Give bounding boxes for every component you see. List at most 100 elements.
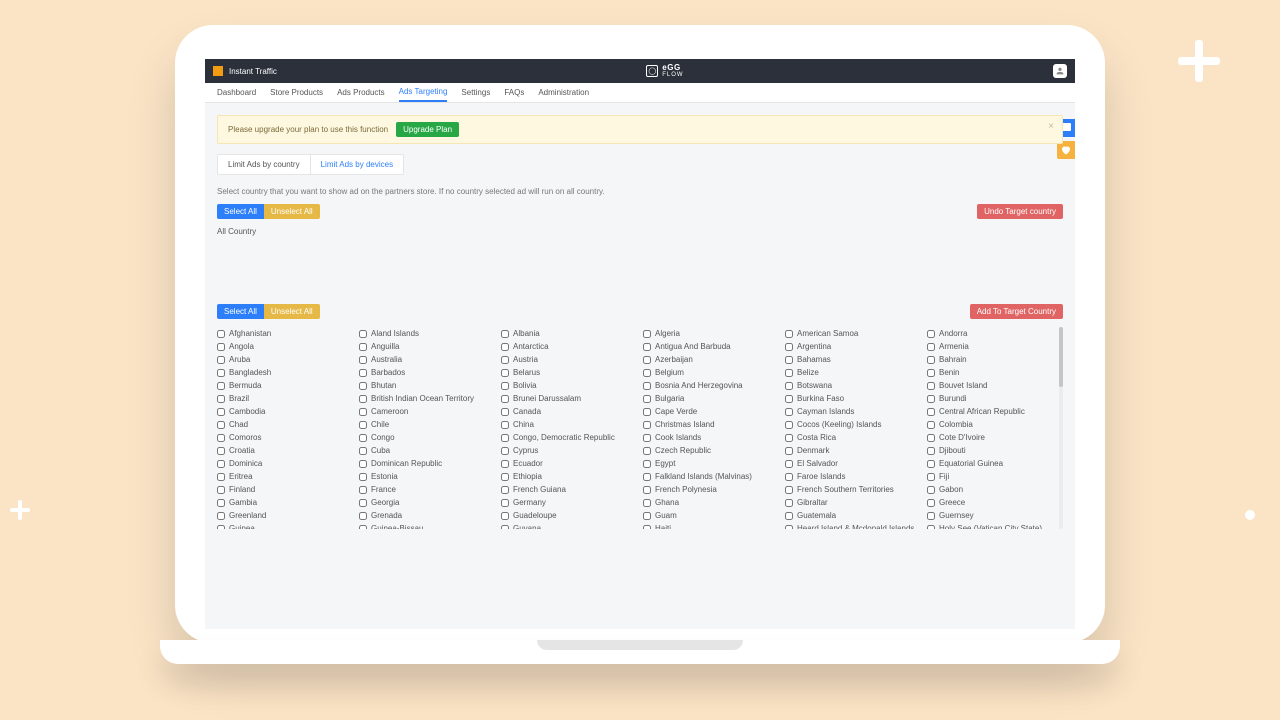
- country-checkbox[interactable]: [643, 356, 651, 364]
- country-item[interactable]: Holy See (Vatican City State): [927, 522, 1063, 529]
- country-checkbox[interactable]: [927, 447, 935, 455]
- country-item[interactable]: Gabon: [927, 483, 1063, 496]
- country-item[interactable]: Greece: [927, 496, 1063, 509]
- country-item[interactable]: Comoros: [217, 431, 353, 444]
- country-item[interactable]: Bosnia And Herzegovina: [643, 379, 779, 392]
- country-checkbox[interactable]: [927, 460, 935, 468]
- avatar[interactable]: [1053, 64, 1067, 78]
- country-checkbox[interactable]: [927, 499, 935, 507]
- country-item[interactable]: Albania: [501, 327, 637, 340]
- country-checkbox[interactable]: [785, 460, 793, 468]
- country-checkbox[interactable]: [359, 421, 367, 429]
- country-item[interactable]: Bulgaria: [643, 392, 779, 405]
- alert-close-button[interactable]: ×: [1048, 121, 1054, 132]
- country-item[interactable]: Barbados: [359, 366, 495, 379]
- country-item[interactable]: Ethiopia: [501, 470, 637, 483]
- country-checkbox[interactable]: [217, 486, 225, 494]
- country-checkbox[interactable]: [643, 486, 651, 494]
- country-checkbox[interactable]: [643, 525, 651, 530]
- scrollbar-thumb[interactable]: [1059, 327, 1063, 387]
- country-item[interactable]: Bahamas: [785, 353, 921, 366]
- country-checkbox[interactable]: [359, 369, 367, 377]
- country-item[interactable]: Croatia: [217, 444, 353, 457]
- country-checkbox[interactable]: [217, 421, 225, 429]
- country-item[interactable]: Ghana: [643, 496, 779, 509]
- country-checkbox[interactable]: [501, 460, 509, 468]
- country-item[interactable]: Georgia: [359, 496, 495, 509]
- country-checkbox[interactable]: [359, 447, 367, 455]
- country-item[interactable]: Guadeloupe: [501, 509, 637, 522]
- country-item[interactable]: Equatorial Guinea: [927, 457, 1063, 470]
- country-checkbox[interactable]: [927, 421, 935, 429]
- country-item[interactable]: French Polynesia: [643, 483, 779, 496]
- country-checkbox[interactable]: [501, 356, 509, 364]
- country-checkbox[interactable]: [785, 369, 793, 377]
- country-checkbox[interactable]: [927, 525, 935, 530]
- country-checkbox[interactable]: [643, 330, 651, 338]
- country-item[interactable]: Belize: [785, 366, 921, 379]
- country-checkbox[interactable]: [501, 499, 509, 507]
- country-item[interactable]: Antigua And Barbuda: [643, 340, 779, 353]
- country-checkbox[interactable]: [643, 369, 651, 377]
- country-checkbox[interactable]: [643, 395, 651, 403]
- country-checkbox[interactable]: [785, 343, 793, 351]
- country-checkbox[interactable]: [643, 434, 651, 442]
- country-checkbox[interactable]: [359, 382, 367, 390]
- country-item[interactable]: Congo, Democratic Republic: [501, 431, 637, 444]
- unselect-all-top[interactable]: Unselect All: [264, 204, 320, 219]
- country-item[interactable]: Djibouti: [927, 444, 1063, 457]
- country-checkbox[interactable]: [359, 330, 367, 338]
- country-item[interactable]: Congo: [359, 431, 495, 444]
- country-item[interactable]: Heard Island & Mcdonald Islands: [785, 522, 921, 529]
- country-checkbox[interactable]: [927, 434, 935, 442]
- country-checkbox[interactable]: [927, 408, 935, 416]
- country-item[interactable]: Christmas Island: [643, 418, 779, 431]
- country-item[interactable]: Guinea: [217, 522, 353, 529]
- country-item[interactable]: Andorra: [927, 327, 1063, 340]
- country-item[interactable]: Cocos (Keeling) Islands: [785, 418, 921, 431]
- country-checkbox[interactable]: [643, 408, 651, 416]
- country-item[interactable]: Eritrea: [217, 470, 353, 483]
- country-checkbox[interactable]: [217, 499, 225, 507]
- country-checkbox[interactable]: [501, 512, 509, 520]
- country-checkbox[interactable]: [217, 369, 225, 377]
- country-checkbox[interactable]: [501, 486, 509, 494]
- country-checkbox[interactable]: [927, 473, 935, 481]
- country-checkbox[interactable]: [501, 525, 509, 530]
- country-item[interactable]: Bhutan: [359, 379, 495, 392]
- country-item[interactable]: Belgium: [643, 366, 779, 379]
- country-checkbox[interactable]: [359, 499, 367, 507]
- country-item[interactable]: France: [359, 483, 495, 496]
- country-checkbox[interactable]: [217, 512, 225, 520]
- country-item[interactable]: Brazil: [217, 392, 353, 405]
- country-checkbox[interactable]: [643, 343, 651, 351]
- country-item[interactable]: Australia: [359, 353, 495, 366]
- country-item[interactable]: Burundi: [927, 392, 1063, 405]
- country-checkbox[interactable]: [359, 356, 367, 364]
- country-item[interactable]: Central African Republic: [927, 405, 1063, 418]
- country-item[interactable]: Cameroon: [359, 405, 495, 418]
- country-checkbox[interactable]: [501, 382, 509, 390]
- country-item[interactable]: Cambodia: [217, 405, 353, 418]
- country-checkbox[interactable]: [785, 486, 793, 494]
- country-item[interactable]: Cayman Islands: [785, 405, 921, 418]
- country-checkbox[interactable]: [217, 395, 225, 403]
- country-item[interactable]: Guernsey: [927, 509, 1063, 522]
- country-checkbox[interactable]: [217, 356, 225, 364]
- country-item[interactable]: Costa Rica: [785, 431, 921, 444]
- country-item[interactable]: Guatemala: [785, 509, 921, 522]
- country-item[interactable]: Cyprus: [501, 444, 637, 457]
- country-item[interactable]: Haiti: [643, 522, 779, 529]
- country-item[interactable]: Cape Verde: [643, 405, 779, 418]
- country-item[interactable]: Belarus: [501, 366, 637, 379]
- country-checkbox[interactable]: [785, 382, 793, 390]
- country-item[interactable]: China: [501, 418, 637, 431]
- country-item[interactable]: Greenland: [217, 509, 353, 522]
- country-checkbox[interactable]: [927, 382, 935, 390]
- select-all-top[interactable]: Select All: [217, 204, 264, 219]
- country-checkbox[interactable]: [501, 408, 509, 416]
- country-checkbox[interactable]: [785, 408, 793, 416]
- country-item[interactable]: Estonia: [359, 470, 495, 483]
- country-checkbox[interactable]: [785, 447, 793, 455]
- country-item[interactable]: Bouvet Island: [927, 379, 1063, 392]
